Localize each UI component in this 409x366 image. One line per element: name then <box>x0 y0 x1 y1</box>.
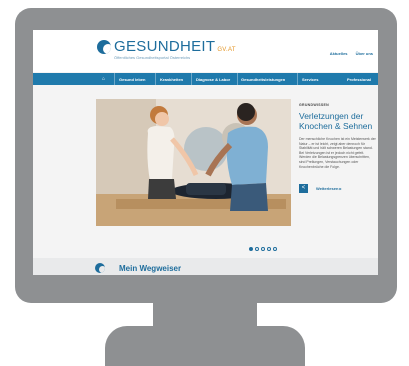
nav-item-krankheiten[interactable]: Krankheiten <box>160 77 183 82</box>
nav-item-gesund-leben[interactable]: Gesund leben <box>119 77 145 82</box>
nav-divider <box>297 73 298 85</box>
site-header: GESUNDHEIT GV.AT Öffentliches Gesundheits… <box>33 30 378 72</box>
share-icon[interactable]: < <box>299 184 308 193</box>
logo-suffix: GV.AT <box>217 47 236 53</box>
logo-icon[interactable] <box>97 40 111 54</box>
site-logo[interactable]: GESUNDHEIT GV.AT <box>114 38 236 55</box>
physiotherapy-photo <box>96 99 291 226</box>
monitor-stand-base <box>105 326 305 366</box>
wegweiser-icon <box>95 263 105 273</box>
link-ueber-uns[interactable]: Über uns <box>356 51 373 56</box>
nav-item-services[interactable]: Services <box>302 77 318 82</box>
carousel-pagination <box>249 238 279 251</box>
nav-divider <box>155 73 156 85</box>
link-aktuelles[interactable]: Aktuelles <box>330 51 348 56</box>
monitor-stand-neck <box>153 296 257 330</box>
nav-divider <box>191 73 192 85</box>
feature-kicker: GRUNDWISSEN <box>299 103 329 107</box>
carousel-dot[interactable] <box>255 247 259 251</box>
nav-divider <box>114 73 115 85</box>
logo-subtitle: Öffentliches Gesundheitsportal Österreic… <box>114 55 191 60</box>
feature-body: Der menschliche Knochen ist ein Meisterw… <box>299 137 376 169</box>
carousel-dot[interactable] <box>261 247 265 251</box>
main-nav: ⌂ Gesund leben Krankheiten Diagnose & La… <box>33 73 378 85</box>
top-links: Aktuelles Über uns <box>323 51 373 56</box>
wegweiser-section <box>33 258 378 275</box>
nav-item-diagnose-labor[interactable]: Diagnose & Labor <box>196 77 230 82</box>
browser-screen: GESUNDHEIT GV.AT Öffentliches Gesundheits… <box>33 30 378 275</box>
carousel-dot[interactable] <box>273 247 277 251</box>
home-icon[interactable]: ⌂ <box>102 76 105 82</box>
nav-item-gesundheitsleistungen[interactable]: Gesundheitsleistungen <box>241 77 285 82</box>
feature-title[interactable]: Verletzungen der Knochen & Sehnen <box>299 111 378 131</box>
wegweiser-title[interactable]: Mein Wegweiser <box>119 264 181 273</box>
logo-text: GESUNDHEIT <box>114 38 216 55</box>
carousel-dot[interactable] <box>249 247 253 251</box>
nav-item-professional[interactable]: Professional <box>347 77 371 82</box>
carousel-dot[interactable] <box>267 247 271 251</box>
hero-image[interactable] <box>96 99 291 226</box>
read-more-link[interactable]: Weiterlesen ▸ <box>316 186 342 191</box>
nav-divider <box>237 73 238 85</box>
